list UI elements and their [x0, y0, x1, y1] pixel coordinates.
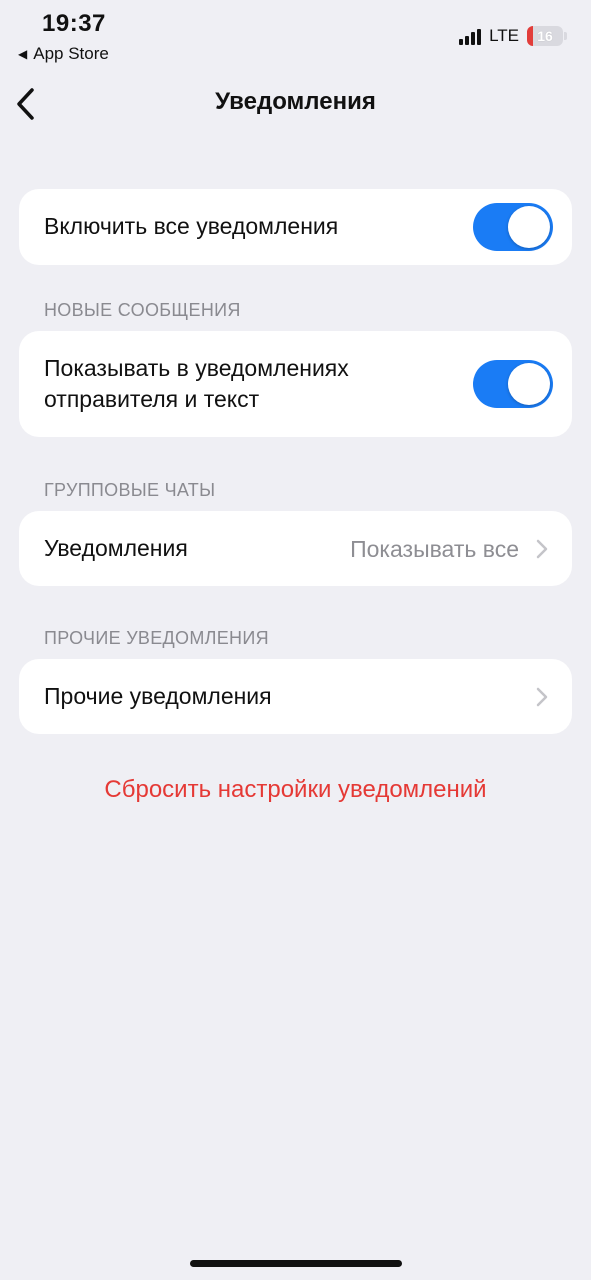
preview-toggle[interactable]	[473, 360, 553, 408]
section-header-new-messages: НОВЫЕ СООБЩЕНИЯ	[44, 300, 241, 320]
group-notifications-label: Уведомления	[44, 535, 188, 561]
status-indicators: LTE 16	[459, 26, 567, 46]
enable-all-card: Включить все уведомления	[19, 189, 572, 265]
chevron-right-icon	[536, 539, 548, 559]
preview-label-line1: Показывать в уведомлениях	[44, 355, 349, 381]
back-to-app-label: App Store	[33, 44, 109, 63]
section-header-group-chats: ГРУППОВЫЕ ЧАТЫ	[44, 480, 216, 500]
navigation-bar: Уведомления	[0, 78, 591, 130]
page-title: Уведомления	[215, 88, 376, 115]
battery-tip	[564, 32, 567, 40]
reset-notifications-button[interactable]: Сбросить настройки уведомлений	[0, 776, 591, 804]
back-to-app-link[interactable]: ◀ App Store	[18, 44, 109, 64]
toggle-knob	[508, 363, 550, 405]
group-notifications-value: Показывать все	[350, 536, 519, 562]
battery-level: 16	[537, 28, 553, 44]
chevron-right-icon	[536, 687, 548, 707]
home-indicator[interactable]	[190, 1260, 402, 1267]
section-header-other: ПРОЧИЕ УВЕДОМЛЕНИЯ	[44, 628, 269, 648]
network-type: LTE	[489, 26, 519, 45]
status-time: 19:37	[42, 10, 106, 37]
enable-all-toggle[interactable]	[473, 203, 553, 251]
battery-icon: 16	[527, 26, 563, 46]
cellular-signal-icon	[459, 27, 482, 45]
toggle-knob	[508, 206, 550, 248]
enable-all-label: Включить все уведомления	[44, 213, 339, 239]
preview-label: Показывать в уведомлениях отправителя и …	[44, 353, 349, 415]
group-chats-row[interactable]: Уведомления Показывать все	[19, 511, 572, 586]
status-bar: 19:37 ◀ App Store LTE 16	[0, 0, 591, 70]
other-notifications-label: Прочие уведомления	[44, 683, 272, 709]
new-messages-card: Показывать в уведомлениях отправителя и …	[19, 331, 572, 437]
back-triangle-icon: ◀	[18, 47, 28, 61]
other-notifications-row[interactable]: Прочие уведомления	[19, 659, 572, 734]
preview-label-line2: отправителя и текст	[44, 386, 260, 412]
